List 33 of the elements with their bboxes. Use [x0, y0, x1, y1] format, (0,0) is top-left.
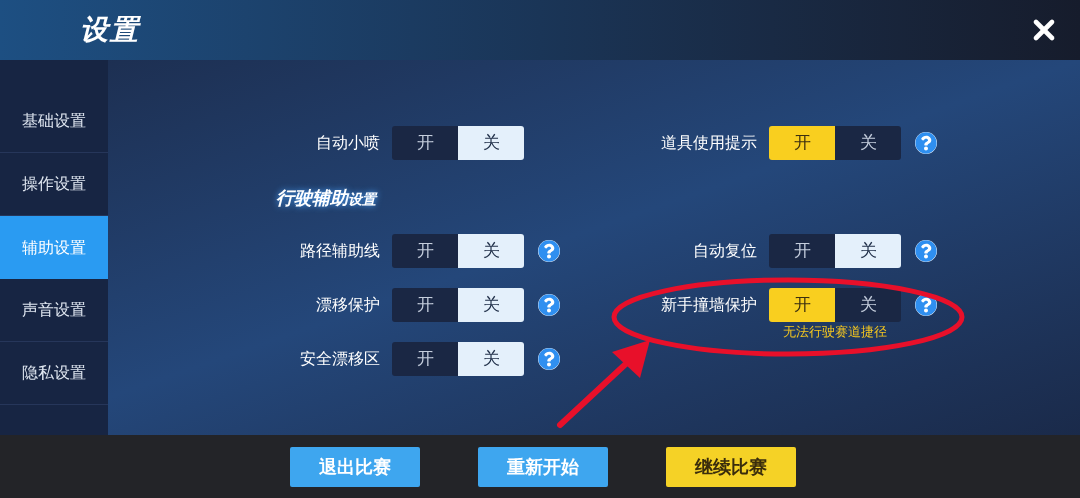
on-option[interactable]: 开: [392, 126, 458, 160]
off-option[interactable]: 关: [458, 342, 524, 376]
setting-label: 安全漂移区: [299, 348, 380, 370]
off-option[interactable]: 关: [458, 234, 524, 268]
on-option[interactable]: 开: [392, 234, 458, 268]
off-option[interactable]: 关: [835, 288, 901, 322]
setting-label: 道具使用提示: [660, 132, 757, 154]
sidebar-tab[interactable]: 声音设置: [0, 279, 108, 342]
help-icon[interactable]: [538, 294, 560, 316]
off-option[interactable]: 关: [458, 288, 524, 322]
help-icon[interactable]: [915, 240, 937, 262]
setting-label: 新手撞墙保护: [660, 294, 757, 316]
off-option[interactable]: 关: [835, 234, 901, 268]
sidebar-tab[interactable]: 隐私设置: [0, 342, 108, 405]
help-icon[interactable]: [538, 240, 560, 262]
setting-note: 无法行驶赛道捷径: [783, 323, 887, 341]
off-option[interactable]: 关: [458, 126, 524, 160]
on-option[interactable]: 开: [769, 126, 835, 160]
action-button[interactable]: 继续比赛: [666, 446, 796, 487]
setting-label: 路径辅助线: [299, 240, 380, 262]
off-option[interactable]: 关: [835, 126, 901, 160]
on-option[interactable]: 开: [769, 288, 835, 322]
window-title: 设置: [80, 12, 140, 48]
on-option[interactable]: 开: [392, 288, 458, 322]
setting-label: 自动小喷: [315, 132, 380, 154]
setting-label: 漂移保护: [315, 294, 380, 316]
sidebar-tab[interactable]: 基础设置: [0, 90, 108, 153]
on-option[interactable]: 开: [392, 342, 458, 376]
section-heading: 行驶辅助设置: [276, 185, 376, 210]
on-option[interactable]: 开: [769, 234, 835, 268]
help-icon[interactable]: [915, 132, 937, 154]
setting-label: 自动复位: [692, 240, 757, 262]
help-icon[interactable]: [538, 348, 560, 370]
